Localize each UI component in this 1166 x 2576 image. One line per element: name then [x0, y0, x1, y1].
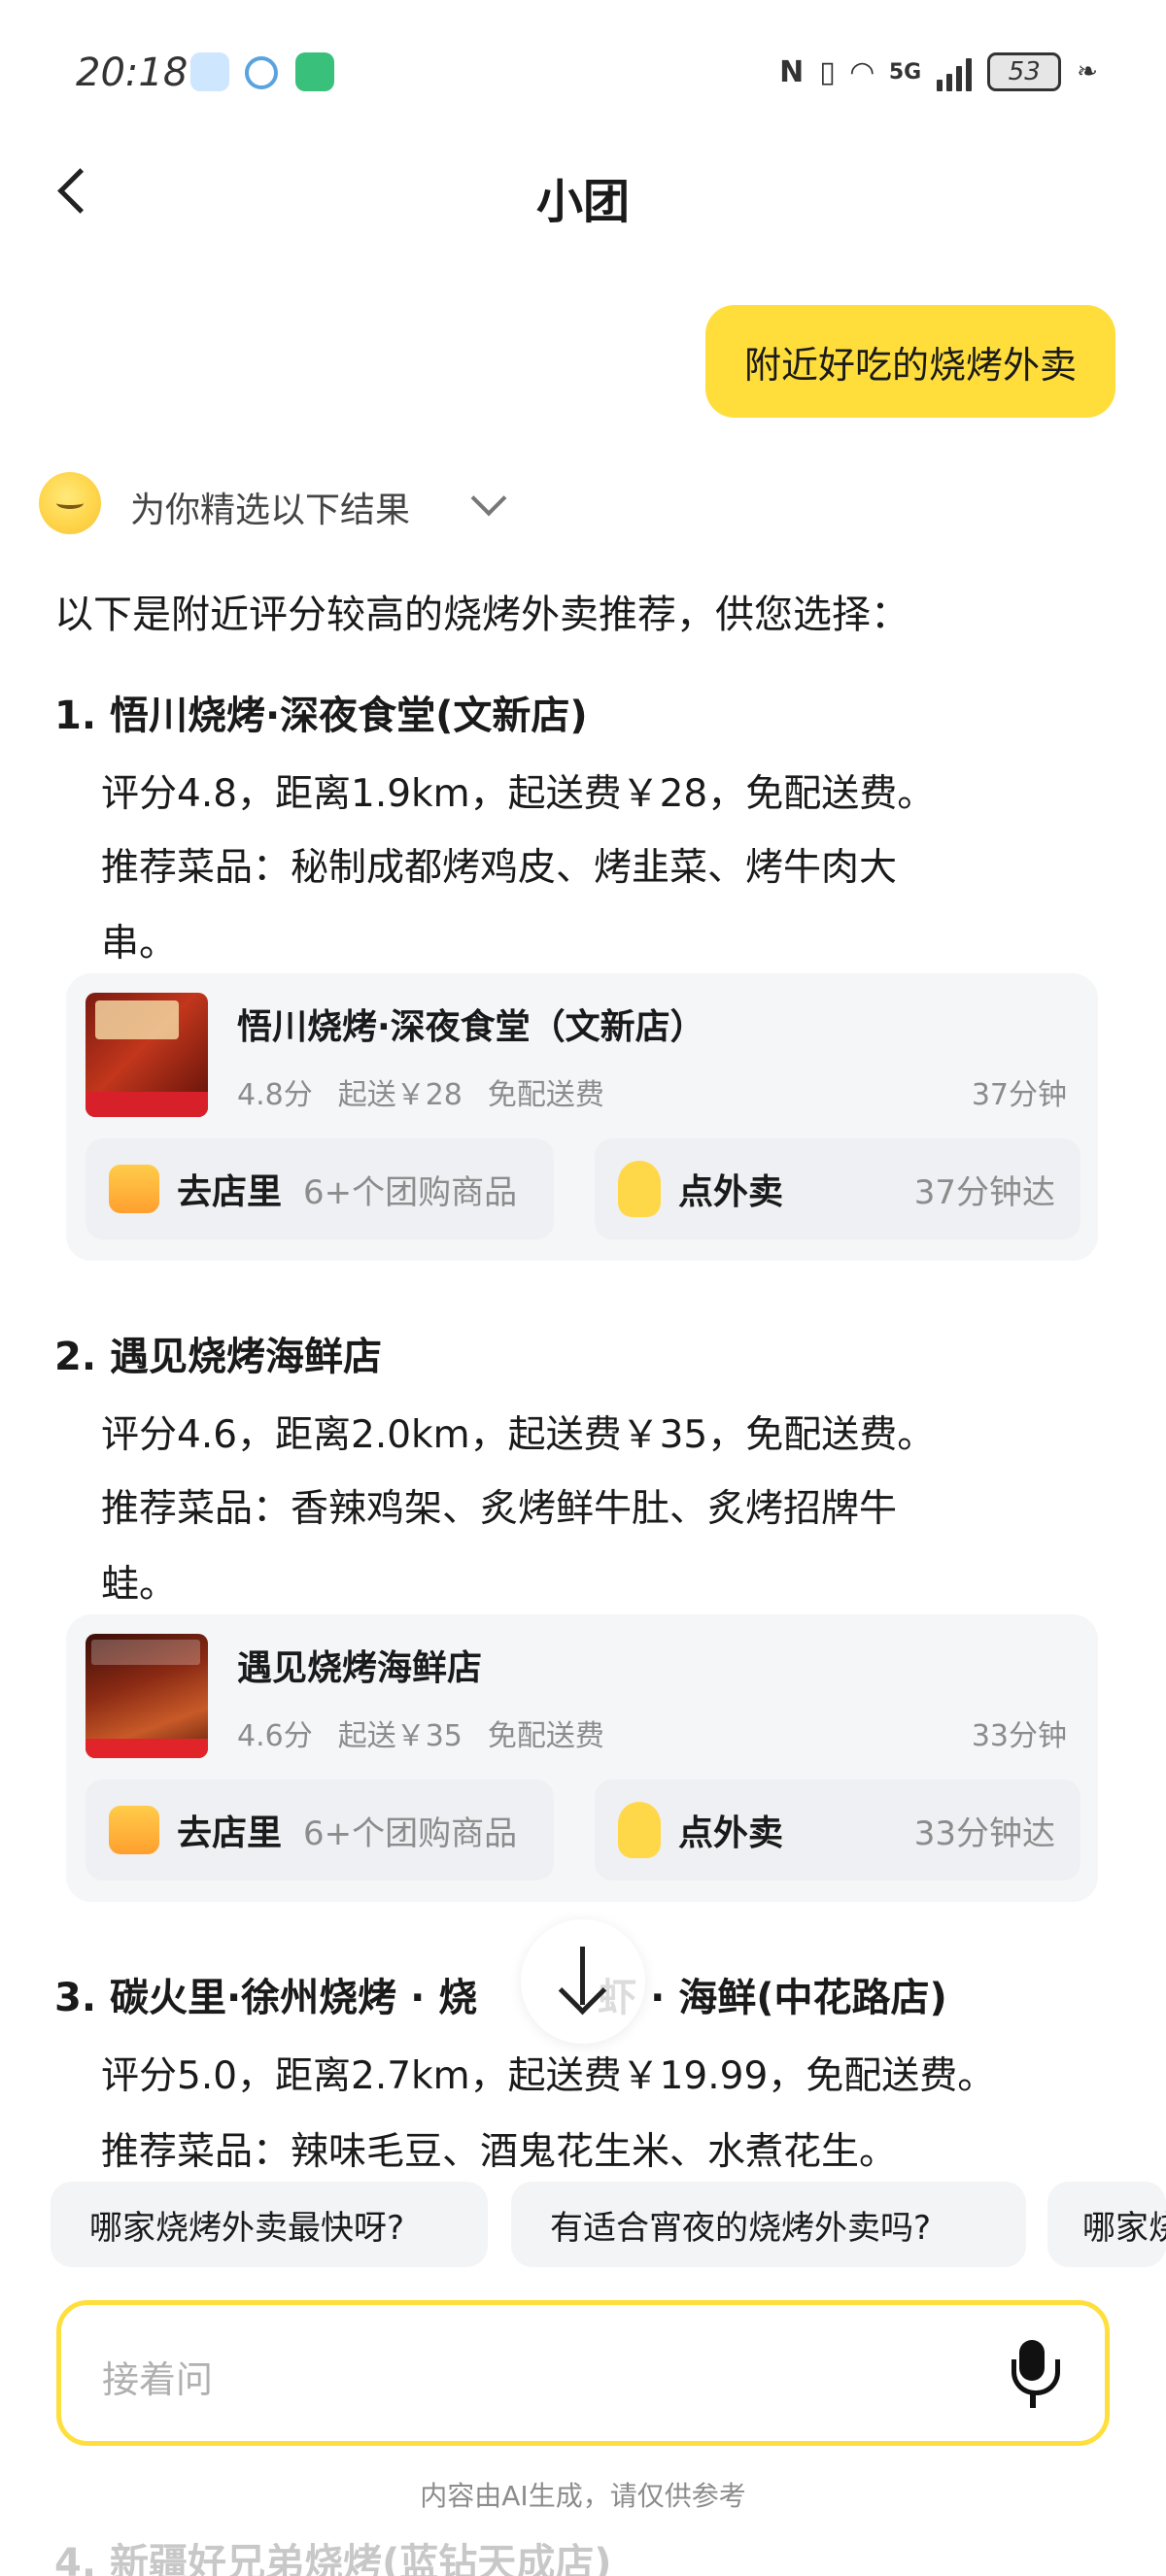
result-dishes: 推荐菜品：辣味毛豆、酒鬼花生米、水煮花生。 — [101, 2130, 898, 2174]
shop-name[interactable]: 遇见烧烤海鲜店 — [237, 1640, 482, 1690]
go-to-store-button[interactable]: 去店里 6+个团购商品 — [86, 1138, 554, 1239]
result-info: 评分4.8，距离1.9km，起送费￥28，免配送费。 — [101, 772, 936, 816]
result-heading: 2. 遇见烧烤海鲜店 — [54, 1335, 382, 1379]
shop-thumbnail — [86, 1634, 208, 1758]
result-info: 评分4.6，距离2.0km，起送费￥35，免配送费。 — [101, 1413, 936, 1457]
chevron-down-icon[interactable] — [470, 480, 507, 517]
go-to-store-label: 去店里 — [177, 1172, 283, 1212]
result-info: 评分5.0，距离2.7km，起送费￥19.99，免配送费。 — [101, 2054, 996, 2098]
ai-intro-text: 以下是附近评分较高的烧烤外卖推荐，供您选择： — [54, 593, 909, 637]
result-heading: 1. 悟川烧烤·深夜食堂(文新店) — [54, 694, 588, 738]
delivery-eta: 33分钟达 — [913, 1813, 1055, 1853]
shop-min-order: 起送￥28 — [337, 1078, 463, 1112]
shop-meta: 4.8分 起送￥28 免配送费 — [237, 1070, 604, 1113]
top-bar: 小团 — [0, 146, 1166, 243]
chat-input[interactable]: 接着问 — [56, 2300, 1110, 2446]
delivery-mascot-icon — [618, 1161, 661, 1217]
shop-card[interactable]: 悟川烧烤·深夜食堂（文新店） 4.8分 起送￥28 免配送费 37分钟 去店里 … — [66, 973, 1098, 1261]
shop-meta: 4.6分 起送￥35 免配送费 — [237, 1712, 604, 1754]
app-notification-icon — [190, 52, 229, 91]
app-notification-icon — [295, 52, 334, 91]
mobile-carrier-icon — [245, 56, 278, 89]
battery-icon: 53 — [987, 52, 1062, 91]
group-deals-count: 6+个团购商品 — [303, 1172, 518, 1212]
ai-disclaimer: 内容由AI生成，请仅供参考 — [420, 2480, 746, 2512]
signal-icon — [937, 52, 973, 91]
order-delivery-label: 点外卖 — [678, 1172, 784, 1212]
shop-min-order: 起送￥35 — [337, 1719, 463, 1753]
delivery-eta: 37分钟达 — [913, 1172, 1055, 1212]
wifi-icon: ◠ — [850, 54, 874, 89]
result-dishes: 推荐菜品：香辣鸡架、炙烤鲜牛肚、炙烤招牌牛 — [101, 1487, 898, 1531]
microphone-stem — [1030, 2394, 1036, 2408]
result-dishes-cont: 串。 — [101, 922, 178, 966]
network-type-label: 5G — [888, 59, 922, 85]
go-to-store-label: 去店里 — [177, 1813, 283, 1853]
result-heading: 3. 碳火里·徐州烧烤 · 烧 虾 · 海鲜(中花路店) — [54, 1966, 947, 2022]
store-icon — [109, 1165, 159, 1213]
shop-delivery-fee: 免配送费 — [487, 1078, 604, 1112]
vibrate-icon: ▯ — [819, 54, 836, 89]
order-delivery-button[interactable]: 点外卖 37分钟达 — [595, 1138, 1080, 1239]
suggestion-chip[interactable]: 有适合宵夜的烧烤外卖吗? — [511, 2182, 1026, 2267]
shop-name[interactable]: 悟川烧烤·深夜食堂（文新店） — [237, 999, 705, 1049]
leaf-icon: ❧ — [1077, 57, 1098, 86]
suggestion-chip[interactable]: 哪家烧烤外卖最快呀? — [51, 2182, 488, 2267]
suggestion-chip[interactable]: 哪家烧 — [1047, 2182, 1166, 2267]
shop-thumbnail — [86, 993, 208, 1117]
shop-rating: 4.6分 — [237, 1719, 313, 1753]
shop-card[interactable]: 遇见烧烤海鲜店 4.6分 起送￥35 免配送费 33分钟 去店里 6+个团购商品… — [66, 1614, 1098, 1902]
scroll-to-bottom-button[interactable] — [521, 1919, 645, 2044]
chat-input-placeholder: 接着问 — [102, 2358, 214, 2401]
page-title: 小团 — [535, 175, 630, 229]
result-heading-start: 3. 碳火里·徐州烧烤 · 烧 — [54, 1976, 478, 2020]
order-delivery-button[interactable]: 点外卖 33分钟达 — [595, 1779, 1080, 1881]
shop-eta: 33分钟 — [971, 1719, 1067, 1753]
status-icons: N ▯ ◠ 5G 53 ❧ — [779, 49, 1098, 95]
delivery-mascot-icon — [618, 1802, 661, 1858]
shop-eta: 37分钟 — [971, 1078, 1067, 1112]
group-deals-count: 6+个团购商品 — [303, 1813, 518, 1853]
result-summary-toggle[interactable]: 为你精选以下结果 — [130, 482, 410, 532]
shop-rating: 4.8分 — [237, 1078, 313, 1112]
result-dishes-cont: 蛙。 — [101, 1563, 178, 1607]
store-icon — [109, 1806, 159, 1854]
result-dishes: 推荐菜品：秘制成都烤鸡皮、烤韭菜、烤牛肉大 — [101, 846, 898, 890]
result-heading-end: 虾 · 海鲜(中花路店) — [598, 1976, 947, 2020]
go-to-store-button[interactable]: 去店里 6+个团购商品 — [86, 1779, 554, 1881]
order-delivery-label: 点外卖 — [678, 1813, 784, 1853]
assistant-avatar — [39, 472, 101, 534]
nfc-icon: N — [779, 54, 805, 89]
user-message-bubble: 附近好吃的烧烤外卖 — [704, 305, 1115, 418]
status-bar: 20:18 N ▯ ◠ 5G 53 ❧ — [0, 0, 1166, 146]
next-result-heading: 4. 新疆好兄弟烧烤(蓝钻天成店) — [54, 2541, 612, 2576]
status-time: 20:18 — [76, 51, 189, 95]
shop-delivery-fee: 免配送费 — [487, 1719, 604, 1753]
